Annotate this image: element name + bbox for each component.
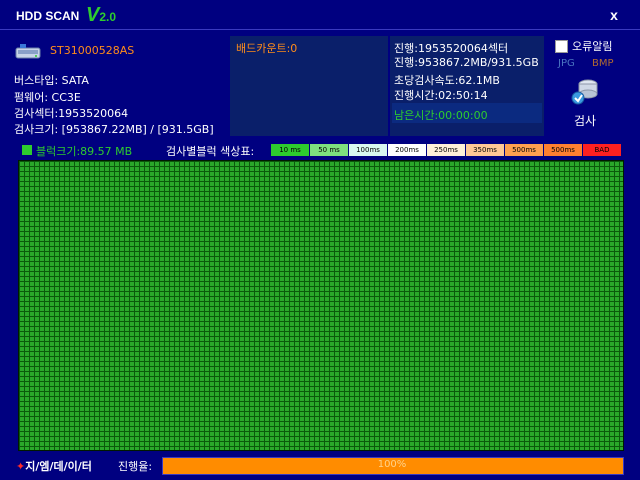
remaining-time: 남은시간:00:00:00 (394, 109, 488, 122)
legend-item: 250ms (427, 144, 465, 156)
close-button[interactable]: x (602, 6, 626, 24)
firmware: 펌웨어: CC3E (14, 91, 81, 104)
drive-model: ST31000528AS (50, 44, 135, 57)
legend-item: 350ms (466, 144, 504, 156)
block-size-swatch (22, 145, 32, 155)
block-size: 블럭크기:89.57 MB (36, 145, 133, 158)
legend-item: 200ms (388, 144, 426, 156)
brand-star-icon: ✦ (16, 460, 26, 473)
progress-percent: 100% (377, 459, 407, 470)
legend-item: 100ms (349, 144, 387, 156)
scan-speed: 초당검사속도:62.1MB (394, 74, 500, 87)
brand: ✦지/엠/데/이/터 (16, 458, 92, 474)
jpg-option[interactable]: JPG (558, 58, 575, 69)
app-title: HDD SCAN (16, 9, 80, 23)
version-number: 2.0 (99, 10, 117, 24)
app-version: V2.0 (86, 4, 116, 27)
legend-item: BAD (583, 144, 621, 156)
scan-disk-icon[interactable] (570, 76, 600, 106)
version-letter: V (86, 4, 100, 26)
error-alarm-checkbox[interactable] (555, 40, 568, 53)
legend-item: 500ms (505, 144, 543, 156)
hard-drive-icon (15, 44, 41, 59)
bad-count: 배드카운트:0 (236, 42, 298, 55)
scan-size: 검사크기: [953867.22MB] / [931.5GB] (14, 123, 214, 136)
bmp-option[interactable]: BMP (592, 58, 614, 69)
block-map-grid (18, 160, 624, 451)
progress-label: 진행율: (118, 460, 153, 473)
error-alarm-label[interactable]: 오류알림 (572, 38, 612, 54)
legend-item: 10 ms (271, 144, 309, 156)
progress-size: 진행:953867.2MB/931.5GB (394, 56, 539, 69)
scan-button[interactable]: 검사 (574, 112, 596, 129)
elapsed-time: 진행시간:02:50:14 (394, 89, 488, 102)
scan-sectors: 검사섹터:1953520064 (14, 107, 129, 120)
legend-item: 50 ms (310, 144, 348, 156)
title-divider (0, 29, 640, 30)
bus-type: 버스타입: SATA (14, 74, 89, 87)
color-legend-label: 검사별블럭 색상표: (166, 145, 255, 158)
legend-item: 500ms (544, 144, 582, 156)
brand-name: 지/엠/데/이/터 (25, 460, 92, 473)
